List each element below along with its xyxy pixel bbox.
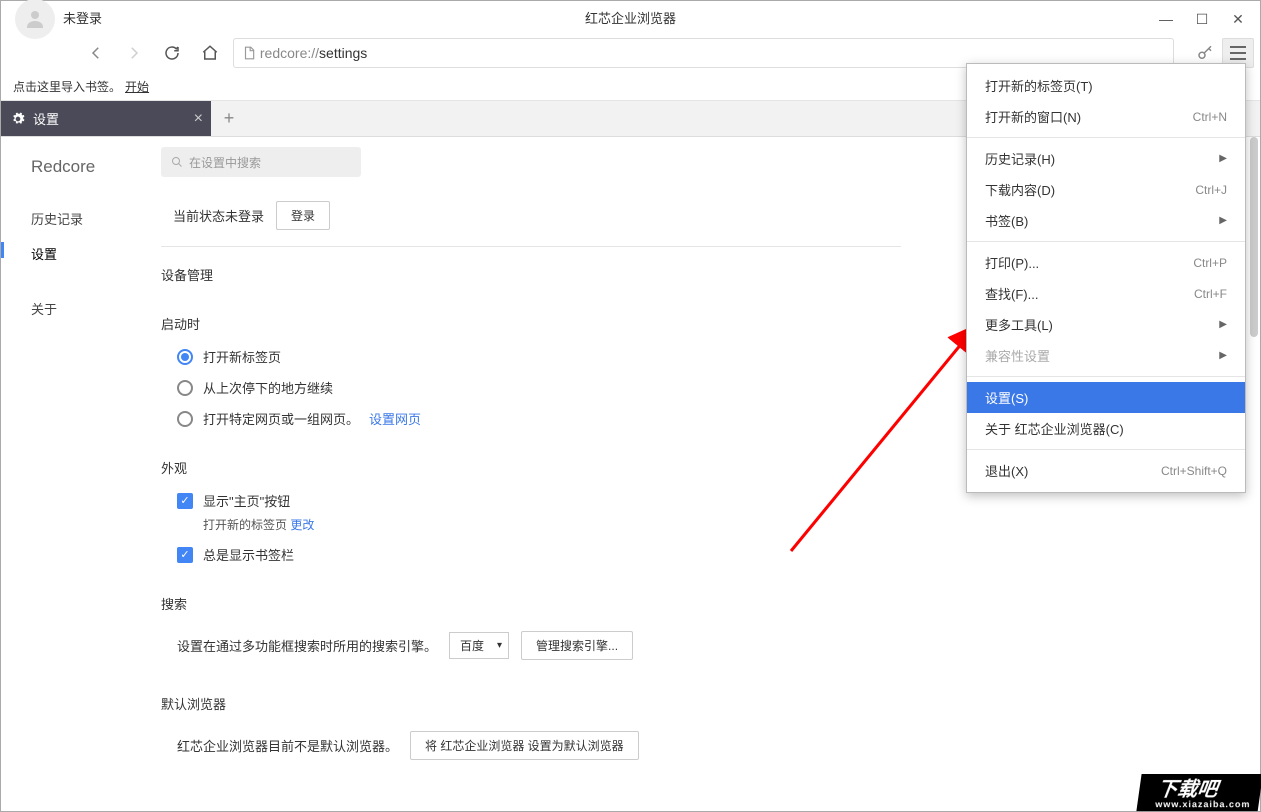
section-default-browser-title: 默认浏览器 [161, 694, 901, 713]
section-device: 设备管理 [161, 265, 901, 284]
search-engine-select[interactable]: 百度 [449, 632, 509, 659]
check-show-bookmarks[interactable]: ✓ 总是显示书签栏 [161, 545, 901, 564]
back-button[interactable] [81, 38, 111, 68]
checkbox-icon: ✓ [177, 493, 193, 509]
page-icon [242, 46, 256, 60]
account-status: 当前状态未登录 [173, 206, 264, 225]
avatar[interactable] [15, 0, 55, 39]
reload-button[interactable] [157, 38, 187, 68]
menu-compat: 兼容性设置▶ [967, 340, 1245, 371]
startup-opt-continue[interactable]: 从上次停下的地方继续 [161, 378, 901, 397]
tab-close-icon[interactable]: × [194, 110, 203, 128]
settings-search[interactable]: 在设置中搜索 [161, 147, 361, 177]
menu-history[interactable]: 历史记录(H)▶ [967, 143, 1245, 174]
search-icon [171, 156, 183, 168]
sidebar-brand: Redcore [31, 157, 161, 177]
title-bar: 未登录 红芯企业浏览器 ― ☐ ✕ [1, 1, 1260, 33]
minimize-button[interactable]: ― [1148, 5, 1184, 33]
section-search-title: 搜索 [161, 594, 901, 613]
checkbox-icon: ✓ [177, 547, 193, 563]
main-menu-dropdown: 打开新的标签页(T) 打开新的窗口(N)Ctrl+N 历史记录(H)▶ 下载内容… [966, 63, 1246, 493]
user-icon [23, 7, 47, 31]
menu-exit[interactable]: 退出(X)Ctrl+Shift+Q [967, 455, 1245, 486]
menu-find[interactable]: 查找(F)...Ctrl+F [967, 278, 1245, 309]
manage-engines-button[interactable]: 管理搜索引擎... [521, 631, 633, 660]
menu-bookmarks[interactable]: 书签(B)▶ [967, 205, 1245, 236]
watermark: 下载吧 www.xiazaiba.com [1136, 774, 1261, 811]
default-browser-status: 红芯企业浏览器目前不是默认浏览器。 [177, 736, 398, 755]
menu-new-window[interactable]: 打开新的窗口(N)Ctrl+N [967, 101, 1245, 132]
menu-about[interactable]: 关于 红芯企业浏览器(C) [967, 413, 1245, 444]
login-status: 未登录 [63, 8, 102, 27]
forward-button[interactable] [119, 38, 149, 68]
home-subtext: 打开新的标签页 更改 [161, 516, 901, 533]
menu-more-tools[interactable]: 更多工具(L)▶ [967, 309, 1245, 340]
sidebar-item-settings[interactable]: 设置 [31, 236, 161, 271]
set-pages-link[interactable]: 设置网页 [369, 409, 421, 428]
sidebar-item-about[interactable]: 关于 [31, 291, 161, 326]
menu-print[interactable]: 打印(P)...Ctrl+P [967, 247, 1245, 278]
window-controls: ― ☐ ✕ [1148, 5, 1256, 33]
tab-label: 设置 [33, 109, 59, 128]
set-default-browser-button[interactable]: 将 红芯企业浏览器 设置为默认浏览器 [410, 731, 639, 760]
sidebar-item-history[interactable]: 历史记录 [31, 201, 161, 236]
login-button[interactable]: 登录 [276, 201, 330, 230]
close-button[interactable]: ✕ [1220, 5, 1256, 33]
import-bookmarks-hint[interactable]: 点击这里导入书签。 [13, 78, 121, 95]
url-path: settings [319, 45, 367, 61]
bookmark-start[interactable]: 开始 [125, 78, 149, 95]
menu-downloads[interactable]: 下载内容(D)Ctrl+J [967, 174, 1245, 205]
startup-opt-newtab[interactable]: 打开新标签页 [161, 347, 901, 366]
window-title: 红芯企业浏览器 [585, 8, 676, 27]
section-appearance-title: 外观 [161, 458, 901, 477]
scrollbar[interactable] [1250, 137, 1258, 337]
maximize-button[interactable]: ☐ [1184, 5, 1220, 33]
home-button[interactable] [195, 38, 225, 68]
hamburger-icon [1229, 46, 1247, 60]
check-show-home[interactable]: ✓ 显示"主页"按钮 [161, 491, 901, 510]
url-scheme: redcore:// [260, 45, 319, 61]
search-desc: 设置在通过多功能框搜索时所用的搜索引擎。 [177, 636, 437, 655]
tab-settings[interactable]: 设置 × [1, 101, 211, 136]
section-startup-title: 启动时 [161, 314, 901, 333]
new-tab-button[interactable]: + [211, 101, 247, 136]
startup-opt-pages[interactable]: 打开特定网页或一组网页。 设置网页 [161, 409, 901, 428]
menu-settings[interactable]: 设置(S) [967, 382, 1245, 413]
change-home-link[interactable]: 更改 [290, 518, 314, 532]
menu-new-tab[interactable]: 打开新的标签页(T) [967, 70, 1245, 101]
gear-icon [11, 112, 25, 126]
search-placeholder: 在设置中搜索 [189, 154, 261, 171]
settings-sidebar: Redcore 历史记录 设置 关于 [1, 137, 161, 811]
